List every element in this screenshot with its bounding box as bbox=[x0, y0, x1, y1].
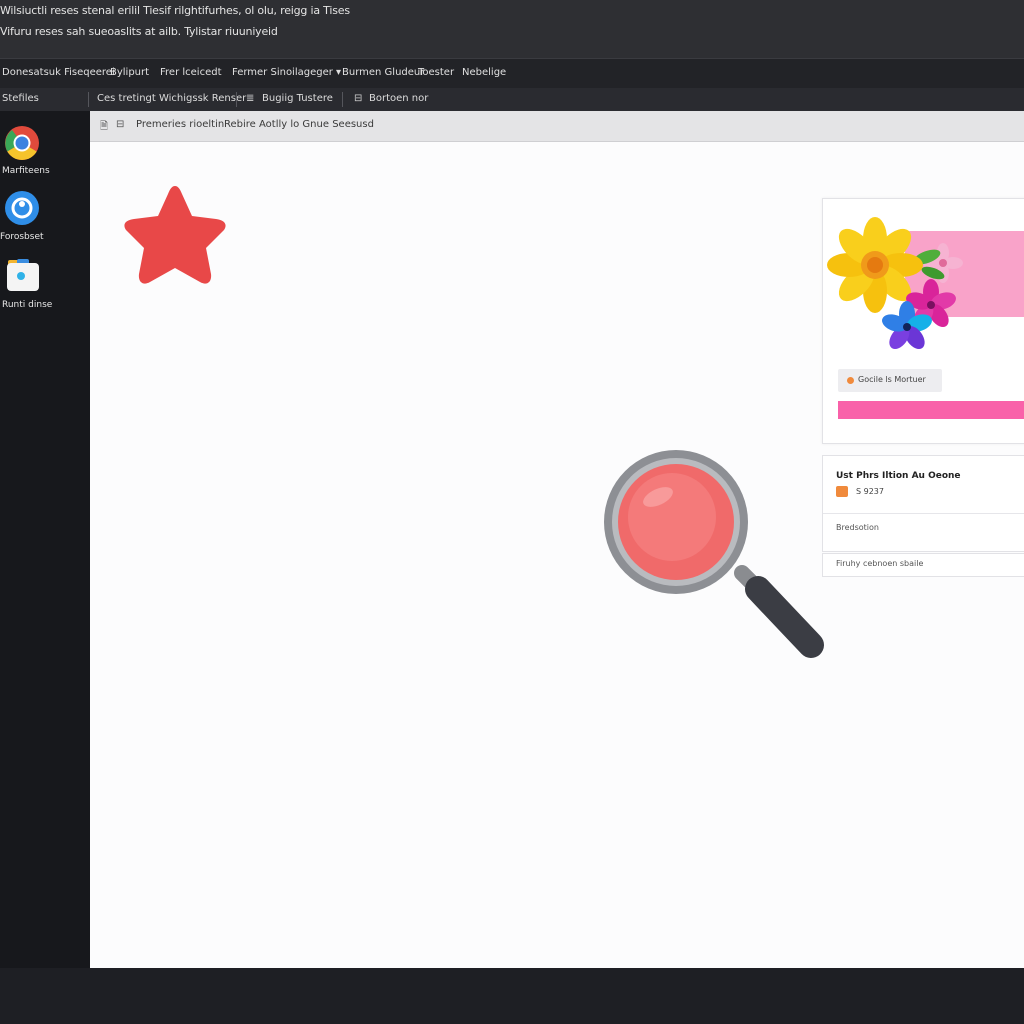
toolbar-separator bbox=[236, 92, 237, 107]
save-icon: ⊟ bbox=[354, 93, 363, 104]
document-window: 🗎 ⊟ Premeries rioeltin Rebire Aotlly lo … bbox=[90, 111, 1024, 968]
desktop-icon-label: Forosbset bbox=[0, 232, 44, 242]
flower-card: Gocile ls Mortuer bbox=[822, 198, 1024, 444]
chrome-icon bbox=[5, 126, 39, 160]
toolbar-item-1[interactable]: Ces tretingt Wichigssk Renser bbox=[97, 93, 246, 104]
window-titlebar: Wilsiuctli reses stenal erilil Tiesif ri… bbox=[0, 0, 1024, 58]
card-chip[interactable]: Gocile ls Mortuer bbox=[838, 369, 942, 392]
document-tabstrip: 🗎 ⊟ Premeries rioeltin Rebire Aotlly lo … bbox=[90, 111, 1024, 142]
desktop-icon-2[interactable]: Forosbset bbox=[0, 191, 90, 251]
footer-card[interactable]: Firuhy cebnoen sbaile bbox=[822, 553, 1024, 577]
desktop-sidebar: Marfiteens Forosbset Runti dinse bbox=[0, 111, 90, 968]
flower-icon bbox=[827, 217, 963, 350]
folder-icon bbox=[7, 259, 39, 291]
toolbar-item-3[interactable]: Bortoen nor bbox=[369, 93, 428, 104]
menu-item-1[interactable]: Donesatsuk Fiseqeerei bbox=[2, 67, 115, 78]
toolbar-separator bbox=[342, 92, 343, 107]
menu-item-3[interactable]: Frer lceicedt bbox=[160, 67, 221, 78]
magnifier-icon[interactable] bbox=[596, 447, 826, 667]
menu-item-5[interactable]: Burmen Gludeur bbox=[342, 67, 424, 78]
card-value: S 9237 bbox=[856, 487, 884, 496]
divider bbox=[823, 513, 1024, 514]
desktop-icon-label: Runti dinse bbox=[2, 300, 53, 310]
title-line-2: Vifuru reses sah sueoaslits at ailb. Tyl… bbox=[0, 25, 278, 38]
toolbar: Stefiles Ces tretingt Wichigssk Renser ≣… bbox=[0, 88, 1024, 111]
menu-item-6[interactable]: Toester bbox=[418, 67, 454, 78]
menu-item-4[interactable]: Fermer Sinoilageger ▾ bbox=[232, 67, 341, 78]
card-subtext: Bredsotion bbox=[836, 523, 879, 532]
pink-bar bbox=[838, 401, 1024, 419]
status-dot bbox=[847, 377, 854, 384]
desktop-icon-3[interactable]: Runti dinse bbox=[0, 256, 90, 316]
toolbar-left-label[interactable]: Stefiles bbox=[2, 93, 39, 104]
star-icon[interactable] bbox=[114, 180, 236, 300]
footer-card-text: Firuhy cebnoen sbaile bbox=[836, 559, 924, 568]
chip-label: Gocile ls Mortuer bbox=[858, 375, 926, 384]
document-canvas[interactable]: Gocile ls Mortuer Ust Phrs Iltion Au Oeo… bbox=[90, 142, 1024, 968]
menu-item-2[interactable]: Bylipurt bbox=[110, 67, 149, 78]
info-card: Ust Phrs Iltion Au Oeone S 9237 Bredsoti… bbox=[822, 455, 1024, 552]
title-line-1: Wilsiuctli reses stenal erilil Tiesif ri… bbox=[0, 4, 350, 17]
menu-item-7[interactable]: Nebelige bbox=[462, 67, 506, 78]
taskbar bbox=[0, 968, 1024, 1024]
orange-square-icon bbox=[836, 486, 848, 497]
menu-bar: Donesatsuk Fiseqeerei Bylipurt Frer lcei… bbox=[0, 58, 1024, 89]
save-icon: ⊟ bbox=[116, 119, 125, 130]
app-icon bbox=[5, 191, 39, 225]
toolbar-item-2[interactable]: Bugiig Tustere bbox=[262, 93, 333, 104]
desktop-icon-1[interactable]: Marfiteens bbox=[0, 125, 90, 185]
doc-tab-1[interactable]: Premeries rioeltin bbox=[136, 119, 224, 130]
doc-tab-2[interactable]: Rebire Aotlly lo Gnue Seesusd bbox=[224, 119, 374, 130]
list-icon: ≣ bbox=[246, 93, 255, 104]
desktop-icon-label: Marfiteens bbox=[2, 166, 50, 176]
toolbar-separator bbox=[88, 92, 89, 107]
card-heading: Ust Phrs Iltion Au Oeone bbox=[836, 471, 961, 481]
page-icon: 🗎 bbox=[100, 121, 109, 132]
